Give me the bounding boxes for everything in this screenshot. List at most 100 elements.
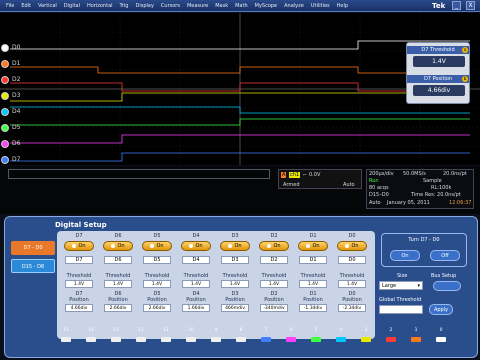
acquisition-readout[interactable]: 200µs/div 50.0MS/s 20.0ns/pt Run Sample …	[366, 169, 474, 209]
channel-marker-d0[interactable]	[1, 44, 9, 52]
channel-on-toggle[interactable]: On	[64, 241, 94, 251]
channel-label-field[interactable]: D5	[143, 256, 171, 264]
tab-d15-d8[interactable]: D15 - D8	[11, 259, 55, 273]
apply-button[interactable]: Apply	[429, 304, 453, 315]
size-dropdown[interactable]: Large ▾	[379, 281, 423, 290]
threshold-field[interactable]: 1.4V	[338, 280, 366, 288]
channel-marker-d5[interactable]	[1, 124, 9, 132]
menu-utilities[interactable]: Utilities	[311, 3, 330, 9]
menu-horizontal[interactable]: Horizontal	[87, 3, 113, 9]
threshold-label: Threshold	[183, 273, 209, 279]
channel-on-toggle[interactable]: On	[103, 241, 133, 251]
waveform-display[interactable]: D0 D1 D2 D3 D4 D5 D6 D7 D7 Threshold a 1…	[0, 13, 480, 165]
channel-strip-item[interactable]: 8	[232, 327, 250, 351]
channel-label-field[interactable]: D1	[299, 256, 327, 264]
channel-label-field[interactable]: D0	[338, 256, 366, 264]
channel-on-toggle[interactable]: On	[337, 241, 367, 251]
menu-myscope[interactable]: MyScope	[255, 3, 278, 9]
menu-help[interactable]: Help	[337, 3, 348, 9]
channel-marker-d7[interactable]	[1, 156, 9, 164]
menu-math[interactable]: Math	[235, 3, 248, 9]
threshold-field[interactable]: 1.4V	[299, 280, 327, 288]
channel-label-field[interactable]: D4	[182, 256, 210, 264]
channel-label-field[interactable]: D2	[260, 256, 288, 264]
channel-marker-d1[interactable]	[1, 60, 9, 68]
channel-on-toggle[interactable]: On	[220, 241, 250, 251]
threshold-field[interactable]: 1.4V	[104, 280, 132, 288]
channel-strip-item[interactable]: 4	[332, 327, 350, 351]
channel-strip-item[interactable]: 5	[307, 327, 325, 351]
d7-threshold-value[interactable]: 1.4V	[413, 56, 465, 67]
channel-column: D1 On D1 Threshold 1.4V D1 Position -1.3…	[295, 233, 331, 337]
brand-logo: Tek	[432, 1, 446, 10]
knob-a-icon: a	[462, 47, 468, 53]
channel-label-field[interactable]: D6	[104, 256, 132, 264]
channel-strip-item[interactable]: 15	[57, 327, 75, 351]
position-field[interactable]: -1.34div	[299, 304, 327, 312]
channel-strip-item[interactable]: 11	[157, 327, 175, 351]
channel-label-d3: D3	[12, 92, 21, 99]
channel-label-field[interactable]: D3	[221, 256, 249, 264]
threshold-field[interactable]: 1.4V	[221, 280, 249, 288]
close-button[interactable]: X	[466, 1, 475, 10]
threshold-field[interactable]: 1.4V	[182, 280, 210, 288]
threshold-field[interactable]: 1.4V	[65, 280, 93, 288]
position-field[interactable]: -340mdiv	[260, 304, 288, 312]
turn-off-button[interactable]: Off	[430, 250, 460, 261]
menu-display[interactable]: Display	[135, 3, 153, 9]
channel-marker-d4[interactable]	[1, 108, 9, 116]
channel-strip-item[interactable]: 0	[432, 327, 450, 351]
d7-position-value[interactable]: 4.66div	[413, 85, 465, 96]
channel-on-toggle[interactable]: On	[259, 241, 289, 251]
channel-strip-item[interactable]: 12	[132, 327, 150, 351]
minimize-button[interactable]: _	[452, 1, 461, 10]
channel-strip-item[interactable]: 3	[357, 327, 375, 351]
channel-strip-item[interactable]: 7	[257, 327, 275, 351]
turn-on-button[interactable]: On	[390, 250, 420, 261]
threshold-field[interactable]: 1.4V	[260, 280, 288, 288]
measurement-bar[interactable]	[8, 169, 270, 179]
bus-setup-button[interactable]	[433, 281, 461, 291]
channel-on-toggle[interactable]: On	[181, 241, 211, 251]
channel-marker-d2[interactable]	[1, 76, 9, 84]
menu-analyze[interactable]: Analyze	[284, 3, 304, 9]
channel-strip-item[interactable]: 2	[382, 327, 400, 351]
channel-swatch	[111, 337, 121, 342]
channel-strip-item[interactable]: 6	[282, 327, 300, 351]
channel-column: D7 On D7 Threshold 1.4V D7 Position 4.66…	[61, 233, 97, 337]
channel-strip-item[interactable]: 9	[207, 327, 225, 351]
position-field[interactable]: 2.66div	[143, 304, 171, 312]
menu-vertical[interactable]: Vertical	[38, 3, 57, 9]
trigger-readout[interactable]: A ch1 ⌐ 0.0V Armed Auto	[278, 169, 362, 189]
channel-on-toggle[interactable]: On	[142, 241, 172, 251]
menu-digital[interactable]: Digital	[64, 3, 80, 9]
channel-strip: 15 14 13 12 11 10 9 8 7 6 5 4 3 2 1 0	[57, 327, 473, 351]
menu-edit[interactable]: Edit	[21, 3, 31, 9]
channel-marker-d3[interactable]	[1, 92, 9, 100]
tab-d7-d0[interactable]: D7 - D0	[11, 241, 55, 255]
channel-on-toggle[interactable]: On	[298, 241, 328, 251]
global-threshold-input[interactable]	[379, 305, 423, 314]
position-field[interactable]: 2.66div	[104, 304, 132, 312]
auto-mode: Auto	[369, 200, 381, 206]
threshold-field[interactable]: 1.4V	[143, 280, 171, 288]
record-length: RL:100k	[431, 185, 452, 191]
channel-strip-item[interactable]: 10	[182, 327, 200, 351]
position-field[interactable]: -2.34div	[338, 304, 366, 312]
channel-name: D3	[231, 233, 239, 239]
channel-name: D6	[114, 233, 122, 239]
channel-strip-item[interactable]: 13	[107, 327, 125, 351]
channel-marker-d6[interactable]	[1, 140, 9, 148]
channel-strip-item[interactable]: 1	[407, 327, 425, 351]
position-field[interactable]: 466mdiv	[221, 304, 249, 312]
channel-number: 11	[163, 328, 169, 333]
position-field[interactable]: 4.66div	[65, 304, 93, 312]
menu-mask[interactable]: Mask	[215, 3, 228, 9]
channel-label-field[interactable]: D7	[65, 256, 93, 264]
menu-trig[interactable]: Trig	[120, 3, 129, 9]
menu-file[interactable]: File	[6, 3, 14, 9]
channel-strip-item[interactable]: 14	[82, 327, 100, 351]
menu-cursors[interactable]: Cursors	[161, 3, 180, 9]
menu-measure[interactable]: Measure	[187, 3, 208, 9]
position-field[interactable]: 1.66div	[182, 304, 210, 312]
